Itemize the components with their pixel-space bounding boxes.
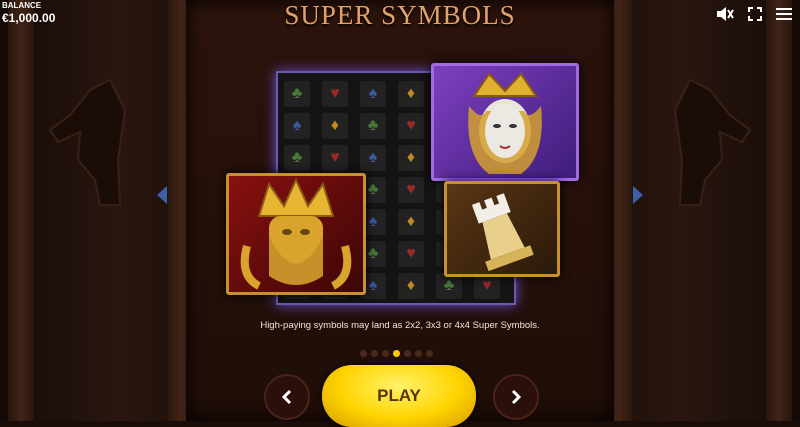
reel-symbol-cell: ♦ — [398, 209, 424, 235]
rook-symbol — [444, 181, 560, 277]
page-dot[interactable] — [371, 350, 378, 357]
play-button[interactable]: PLAY — [322, 365, 476, 427]
super-symbols-illustration: ♣♥♠♦♣♥♠♦♣♥♠♦♣♥♠♦♣♥♠♦♣♥♠♦♣♥♠♦♣♥♠♦♣♥♠♦♣♥♠♦… — [226, 63, 579, 305]
previous-button[interactable] — [264, 374, 310, 420]
knight-horse-icon — [673, 78, 752, 206]
king-symbol — [226, 173, 366, 295]
page-dot[interactable] — [426, 350, 433, 357]
reel-symbol-cell: ♠ — [360, 145, 386, 171]
page-dot[interactable] — [415, 350, 422, 357]
reel-symbol-cell: ♦ — [398, 145, 424, 171]
left-tab-icon — [157, 186, 167, 204]
feature-description: High-paying symbols may land as 2x2, 3x3… — [260, 320, 540, 331]
queen-symbol — [431, 63, 579, 181]
chevron-right-icon — [511, 389, 522, 405]
reel-symbol-cell: ♦ — [322, 113, 348, 139]
reel-symbol-cell: ♥ — [322, 81, 348, 107]
reel-symbol-cell: ♦ — [398, 273, 424, 299]
page-dot[interactable] — [382, 350, 389, 357]
page-indicator — [360, 350, 433, 357]
reel-symbol-cell: ♣ — [284, 145, 310, 171]
page-dot[interactable] — [404, 350, 411, 357]
reel-symbol-cell: ♥ — [398, 241, 424, 267]
page-title: SUPER SYMBOLS — [284, 0, 516, 30]
page-dot-active[interactable] — [393, 350, 400, 357]
knight-horse-icon — [48, 78, 127, 206]
reel-symbol-cell: ♦ — [398, 81, 424, 107]
right-decor — [600, 0, 800, 421]
play-button-label: PLAY — [377, 386, 421, 405]
right-tab-icon — [633, 186, 643, 204]
reel-symbol-cell: ♥ — [398, 113, 424, 139]
right-pillar — [766, 0, 792, 421]
page-dot[interactable] — [360, 350, 367, 357]
left-pillar — [8, 0, 34, 421]
chevron-left-icon — [281, 389, 292, 405]
left-decor — [0, 0, 200, 421]
next-button[interactable] — [493, 374, 539, 420]
reel-symbol-cell: ♥ — [322, 145, 348, 171]
reel-symbol-cell: ♥ — [398, 177, 424, 203]
reel-symbol-cell: ♣ — [284, 81, 310, 107]
reel-symbol-cell: ♠ — [284, 113, 310, 139]
reel-symbol-cell: ♣ — [360, 113, 386, 139]
reel-symbol-cell: ♠ — [360, 81, 386, 107]
